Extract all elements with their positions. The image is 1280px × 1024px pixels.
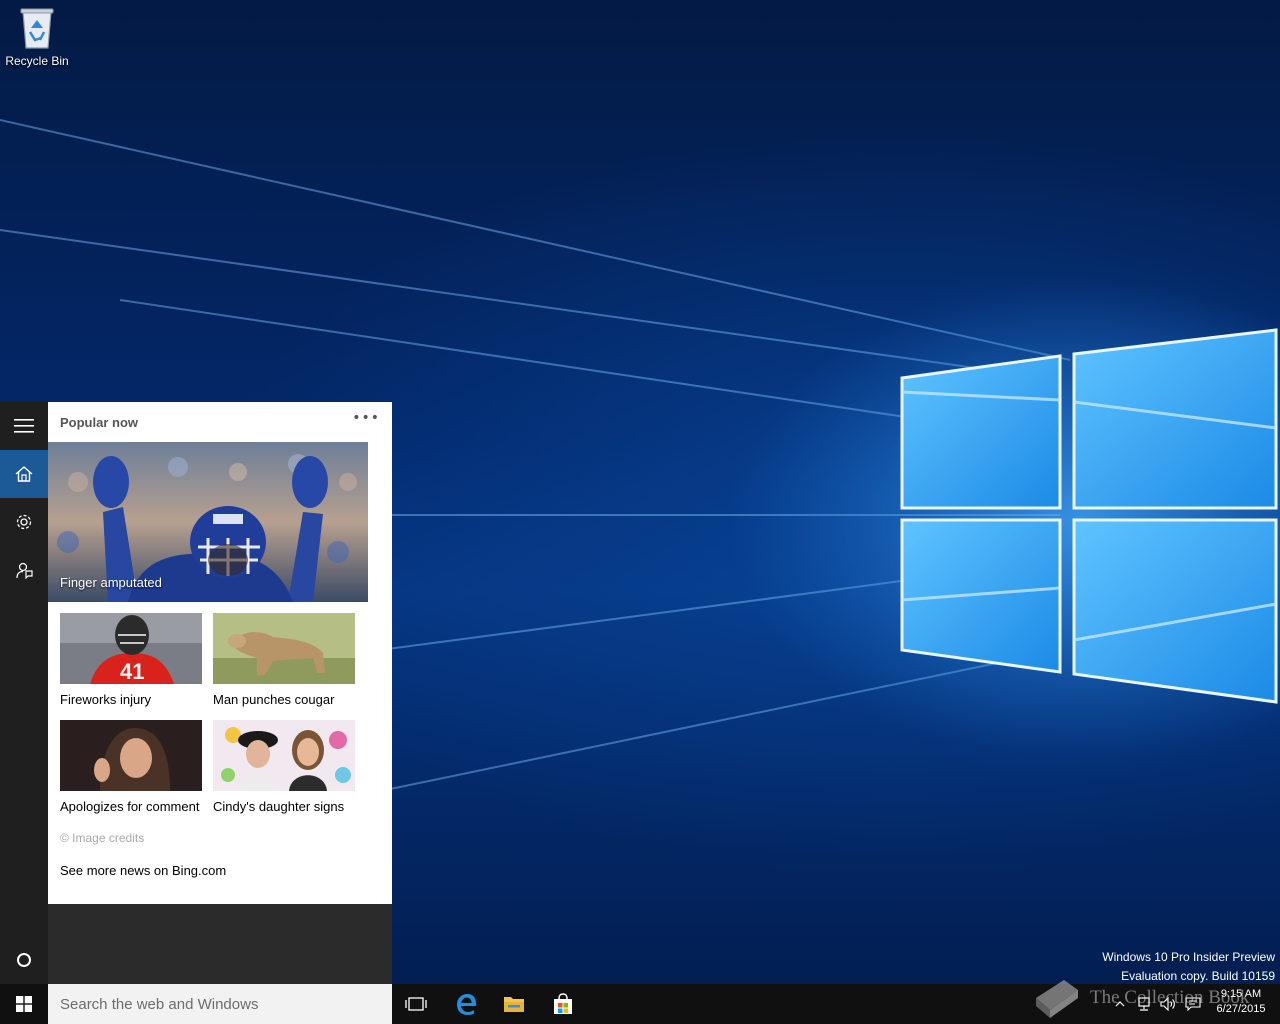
hamburger-icon (14, 419, 34, 433)
cortana-button[interactable] (0, 936, 48, 984)
recycle-bin-icon (17, 6, 57, 50)
more-options-button[interactable]: ••• (352, 410, 380, 426)
news-tile[interactable]: Man punches cougar (213, 613, 355, 707)
watermark-text: The Collection Book (1090, 987, 1250, 1008)
feedback-icon (16, 562, 33, 579)
news-tile[interactable]: 41 Fireworks injury (60, 613, 202, 707)
home-icon (15, 466, 33, 482)
book-icon (1036, 980, 1078, 1018)
file-explorer-icon (504, 997, 524, 1012)
cortana-rail (0, 402, 48, 984)
cortana-panel-footer (48, 904, 392, 984)
windows-start-icon (16, 996, 32, 1012)
task-view-button[interactable] (392, 984, 440, 1024)
recycle-bin-shortcut[interactable]: Recycle Bin (4, 6, 70, 68)
news-caption: Man punches cougar (213, 692, 335, 707)
hero-caption: Finger amputated (60, 575, 162, 590)
news-tile[interactable]: Cindy's daughter signs (213, 720, 355, 814)
news-caption: Apologizes for comment (60, 799, 200, 814)
taskbar-search-box[interactable] (48, 984, 392, 1024)
store-taskbar-button[interactable] (539, 984, 587, 1024)
cortana-circle-icon (17, 953, 31, 967)
ellipsis-icon: ••• (352, 410, 380, 426)
start-button[interactable] (0, 984, 48, 1024)
settings-icon (16, 514, 32, 530)
notebook-settings-button[interactable] (0, 498, 48, 546)
hero-news-card[interactable]: Finger amputated (48, 442, 368, 602)
news-caption: Cindy's daughter signs (213, 799, 345, 814)
search-input[interactable] (48, 984, 392, 1024)
recycle-bin-label: Recycle Bin (5, 54, 69, 68)
edge-taskbar-button[interactable] (442, 984, 490, 1024)
feedback-button[interactable] (0, 546, 48, 594)
more-news-link[interactable]: See more news on Bing.com (60, 863, 226, 878)
news-thumbnail: 41 (60, 613, 202, 684)
popular-now-heading: Popular now (60, 415, 138, 430)
cortana-panel: Popular now ••• Finger amputated 41 Fire… (48, 402, 392, 904)
edge-icon (457, 994, 476, 1015)
news-thumbnail (60, 720, 202, 791)
store-icon (554, 993, 572, 1014)
image-credits-link[interactable]: © Image credits (60, 831, 144, 845)
evaluation-edition: Windows 10 Pro Insider Preview (1102, 950, 1275, 964)
svg-text:41: 41 (120, 659, 144, 684)
file-explorer-taskbar-button[interactable] (490, 984, 538, 1024)
news-thumbnail (213, 613, 355, 684)
hamburger-menu-button[interactable] (0, 402, 48, 450)
home-button[interactable] (0, 450, 48, 498)
news-caption: Fireworks injury (60, 692, 152, 707)
news-tile[interactable]: Apologizes for comment (60, 720, 202, 814)
task-view-icon (405, 997, 427, 1011)
news-thumbnail (213, 720, 355, 791)
site-watermark: The Collection Book (1030, 973, 1270, 1023)
